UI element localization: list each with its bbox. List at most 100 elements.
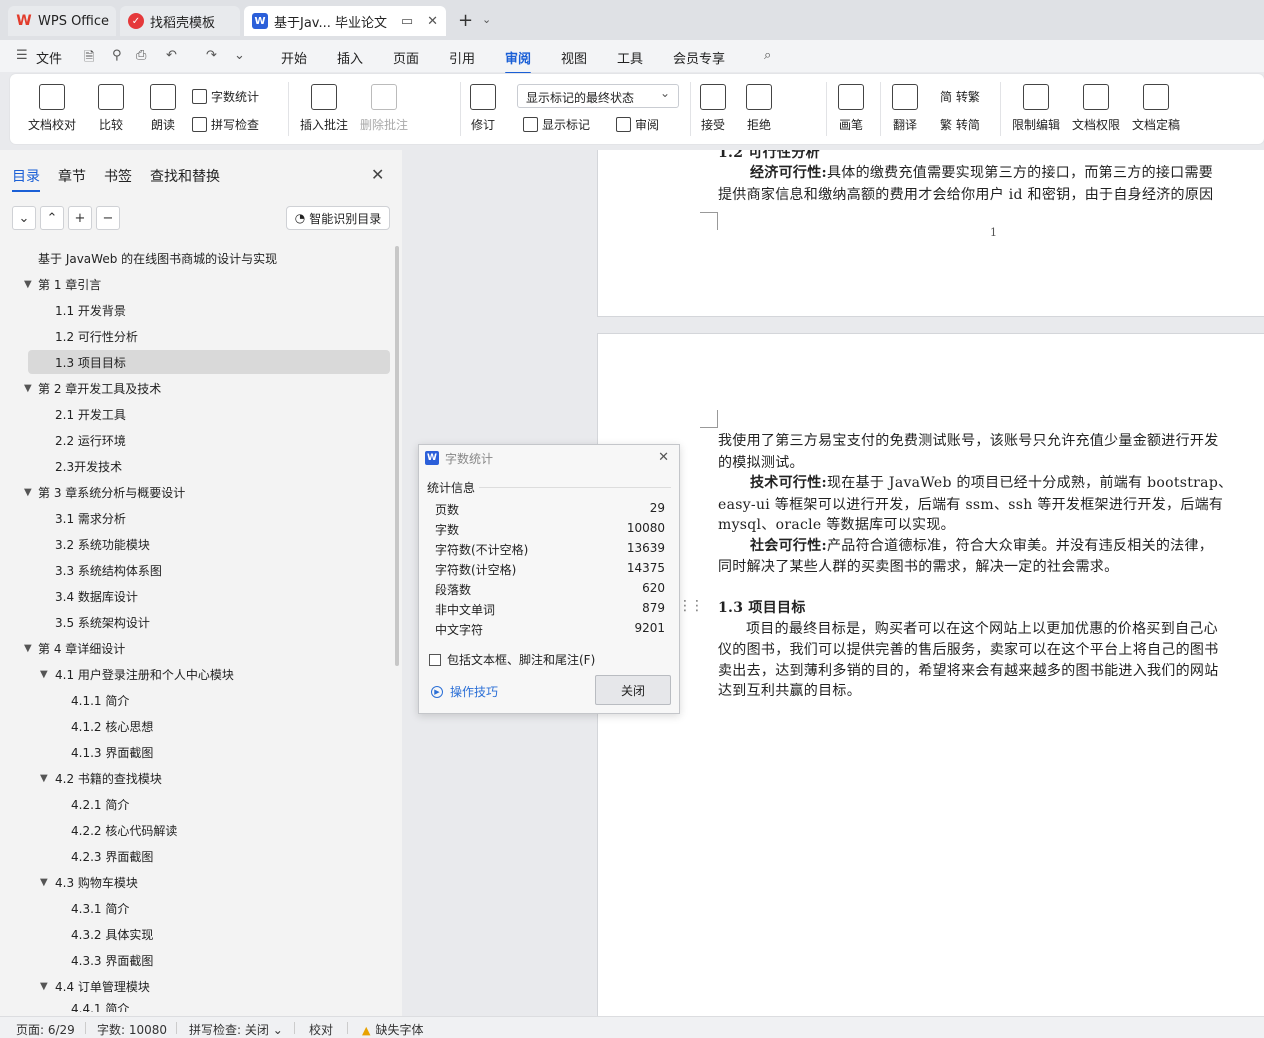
nav-scrollbar[interactable] bbox=[395, 246, 399, 666]
toc-item[interactable]: ▼ 第 2 章开发工具及技术 bbox=[0, 376, 390, 400]
new-tab-icon[interactable]: + bbox=[458, 10, 473, 31]
close-button[interactable]: 关闭 bbox=[595, 675, 671, 705]
toc-item[interactable]: 1.2 可行性分析 bbox=[0, 324, 390, 348]
menu-member[interactable]: 会员专享 bbox=[673, 48, 725, 67]
restore-window-icon[interactable]: ▭ bbox=[395, 14, 413, 29]
toc-item[interactable]: ▼ 4.2 书籍的查找模块 bbox=[0, 766, 390, 790]
toc-item[interactable]: 2.2 运行环境 bbox=[0, 428, 390, 452]
toc-item[interactable]: 4.1.2 核心思想 bbox=[0, 714, 390, 738]
markup-state-select[interactable]: 显示标记的最终状态 bbox=[517, 84, 679, 108]
delete-comment-button[interactable]: 删除批注 bbox=[360, 84, 408, 133]
toc-item[interactable]: 4.3.1 简介 bbox=[0, 896, 390, 920]
checkbox-box[interactable] bbox=[429, 653, 441, 666]
tab-toc[interactable]: 目录 bbox=[12, 166, 40, 192]
chevron-down-icon[interactable]: ▼ bbox=[40, 669, 48, 680]
toc-item[interactable]: 4.3.3 界面截图 bbox=[0, 948, 390, 972]
tips-link[interactable]: ▶ 操作技巧 bbox=[431, 683, 498, 700]
drag-handle-icon[interactable]: ⋮⋮ bbox=[678, 598, 704, 614]
toc-item[interactable]: 3.1 需求分析 bbox=[0, 506, 390, 530]
finalize-button[interactable]: 文档定稿 bbox=[1132, 84, 1180, 133]
document-page[interactable]: 1.2 可行性分析 经济可行性:具体的缴费充值需要实现第三方的接口，而第三方的接… bbox=[598, 150, 1264, 316]
document-page[interactable]: 我使用了第三方易宝支付的免费测试账号，该账号只允许充值少量金额进行开发 的模拟测… bbox=[598, 334, 1264, 1016]
spell-check-indicator[interactable]: 拼写检查: 关闭 ⌄ bbox=[189, 1021, 283, 1038]
chevron-down-icon[interactable]: ▼ bbox=[24, 487, 32, 498]
undo-icon[interactable]: ↶ bbox=[166, 48, 177, 63]
dialog-titlebar[interactable]: W 字数统计 bbox=[419, 445, 679, 471]
menu-page[interactable]: 页面 bbox=[393, 48, 419, 67]
toc-item[interactable]: 4.2.2 核心代码解读 bbox=[0, 818, 390, 842]
redo-icon[interactable]: ↷ bbox=[206, 48, 217, 63]
close-icon[interactable]: ✕ bbox=[371, 165, 384, 184]
word-count-button[interactable]: 字数统计 bbox=[192, 88, 259, 105]
restrict-edit-button[interactable]: 限制编辑 bbox=[1012, 84, 1060, 133]
toc-item[interactable]: ▼ 第 3 章系统分析与概要设计 bbox=[0, 480, 390, 504]
tab-bookmarks[interactable]: 书签 bbox=[104, 166, 132, 186]
spell-check-button[interactable]: 拼写检查 bbox=[192, 116, 259, 133]
toc-item[interactable]: 3.4 数据库设计 bbox=[0, 584, 390, 608]
toc-item[interactable]: 2.1 开发工具 bbox=[0, 402, 390, 426]
menu-review[interactable]: 审阅 bbox=[505, 48, 532, 74]
to-simplified-button[interactable]: 繁 转简 bbox=[940, 116, 980, 133]
expand-down-button[interactable]: ⌄ bbox=[12, 206, 36, 230]
share-icon[interactable]: ⚲ bbox=[112, 48, 122, 63]
insert-comment-button[interactable]: 插入批注 bbox=[300, 84, 348, 133]
toc-item[interactable]: 4.3.2 具体实现 bbox=[0, 922, 390, 946]
chevron-down-icon[interactable]: ▼ bbox=[24, 383, 32, 394]
menu-tools[interactable]: 工具 bbox=[617, 48, 643, 67]
chevron-down-icon[interactable]: ▼ bbox=[24, 643, 32, 654]
reject-button[interactable]: 拒绝 bbox=[746, 84, 772, 133]
chevron-down-icon[interactable]: ▼ bbox=[40, 877, 48, 888]
accept-button[interactable]: 接受 bbox=[700, 84, 726, 133]
menu-view[interactable]: 视图 bbox=[561, 48, 587, 67]
toc-item[interactable]: 1.1 开发背景 bbox=[0, 298, 390, 322]
toc-item[interactable]: ▼ 4.1 用户登录注册和个人中心模块 bbox=[0, 662, 390, 686]
toc-item[interactable]: 基于 JavaWeb 的在线图书商城的设计与实现 bbox=[0, 246, 390, 270]
tab-sections[interactable]: 章节 bbox=[58, 166, 86, 186]
more-chevron-icon[interactable]: ⌄ bbox=[234, 48, 245, 63]
menu-references[interactable]: 引用 bbox=[449, 48, 475, 67]
compare-button[interactable]: 比较 bbox=[98, 84, 124, 133]
tab-find-replace[interactable]: 查找和替换 bbox=[150, 166, 220, 186]
include-textbox-checkbox[interactable]: 包括文本框、脚注和尾注(F) bbox=[429, 651, 595, 668]
toc-item[interactable]: 4.2.3 界面截图 bbox=[0, 844, 390, 868]
hamburger-icon[interactable]: ☰ bbox=[16, 48, 28, 63]
menu-start[interactable]: 开始 bbox=[281, 48, 307, 67]
menu-insert[interactable]: 插入 bbox=[337, 48, 363, 67]
chevron-down-icon[interactable]: ⌄ bbox=[482, 13, 491, 26]
toc-item[interactable]: 3.5 系统架构设计 bbox=[0, 610, 390, 634]
toc-item[interactable]: 4.2.1 简介 bbox=[0, 792, 390, 816]
toc-item[interactable]: ▼ 第 1 章引言 bbox=[0, 272, 390, 296]
toc-item-selected[interactable]: 1.3 项目目标 bbox=[28, 350, 390, 374]
print-preview-icon[interactable]: ⎙ bbox=[136, 48, 146, 63]
pen-button[interactable]: 画笔 bbox=[838, 84, 864, 133]
collapse-up-button[interactable]: ⌃ bbox=[40, 206, 64, 230]
page-indicator[interactable]: 页面: 6/29 bbox=[16, 1021, 75, 1038]
toc-item[interactable]: 4.1.1 简介 bbox=[0, 688, 390, 712]
toc-item[interactable]: ▼ 4.4 订单管理模块 bbox=[0, 974, 390, 998]
tab-daoke-templates[interactable]: ✓ 找稻壳模板 bbox=[120, 6, 240, 36]
review-pane-button[interactable]: 审阅 bbox=[616, 116, 659, 133]
toc-item[interactable]: ▼ 第 4 章详细设计 bbox=[0, 636, 390, 660]
tab-document[interactable]: W 基于Jav... 毕业论文 ▭ ✕ bbox=[244, 6, 446, 36]
menu-file[interactable]: 文件 bbox=[36, 48, 62, 67]
missing-font-indicator[interactable]: ▲ 缺失字体 bbox=[362, 1021, 423, 1038]
remove-heading-button[interactable]: − bbox=[96, 206, 120, 230]
to-traditional-button[interactable]: 简 转繁 bbox=[940, 88, 980, 105]
translate-button[interactable]: 翻译 bbox=[892, 84, 918, 133]
chevron-down-icon[interactable]: ▼ bbox=[40, 773, 48, 784]
track-changes-button[interactable]: 修订 bbox=[470, 84, 496, 133]
read-aloud-button[interactable]: 朗读 bbox=[150, 84, 176, 133]
toc-item[interactable]: 3.2 系统功能模块 bbox=[0, 532, 390, 556]
smart-toc-button[interactable]: ◔ 智能识别目录 bbox=[286, 206, 390, 230]
chevron-down-icon[interactable]: ▼ bbox=[24, 279, 32, 290]
show-markup-button[interactable]: 显示标记 bbox=[523, 116, 590, 133]
toc-item[interactable]: ▼ 4.3 购物车模块 bbox=[0, 870, 390, 894]
close-tab-icon[interactable]: ✕ bbox=[421, 14, 438, 29]
doc-check-button[interactable]: 文档校对 bbox=[28, 84, 76, 133]
toc-item[interactable]: 4.1.3 界面截图 bbox=[0, 740, 390, 764]
close-icon[interactable]: ✕ bbox=[658, 450, 669, 465]
chevron-down-icon[interactable]: ▼ bbox=[40, 981, 48, 992]
word-count-indicator[interactable]: 字数: 10080 bbox=[97, 1021, 167, 1038]
save-icon[interactable]: 🗎 bbox=[84, 48, 94, 70]
toc-item[interactable]: 3.3 系统结构体系图 bbox=[0, 558, 390, 582]
